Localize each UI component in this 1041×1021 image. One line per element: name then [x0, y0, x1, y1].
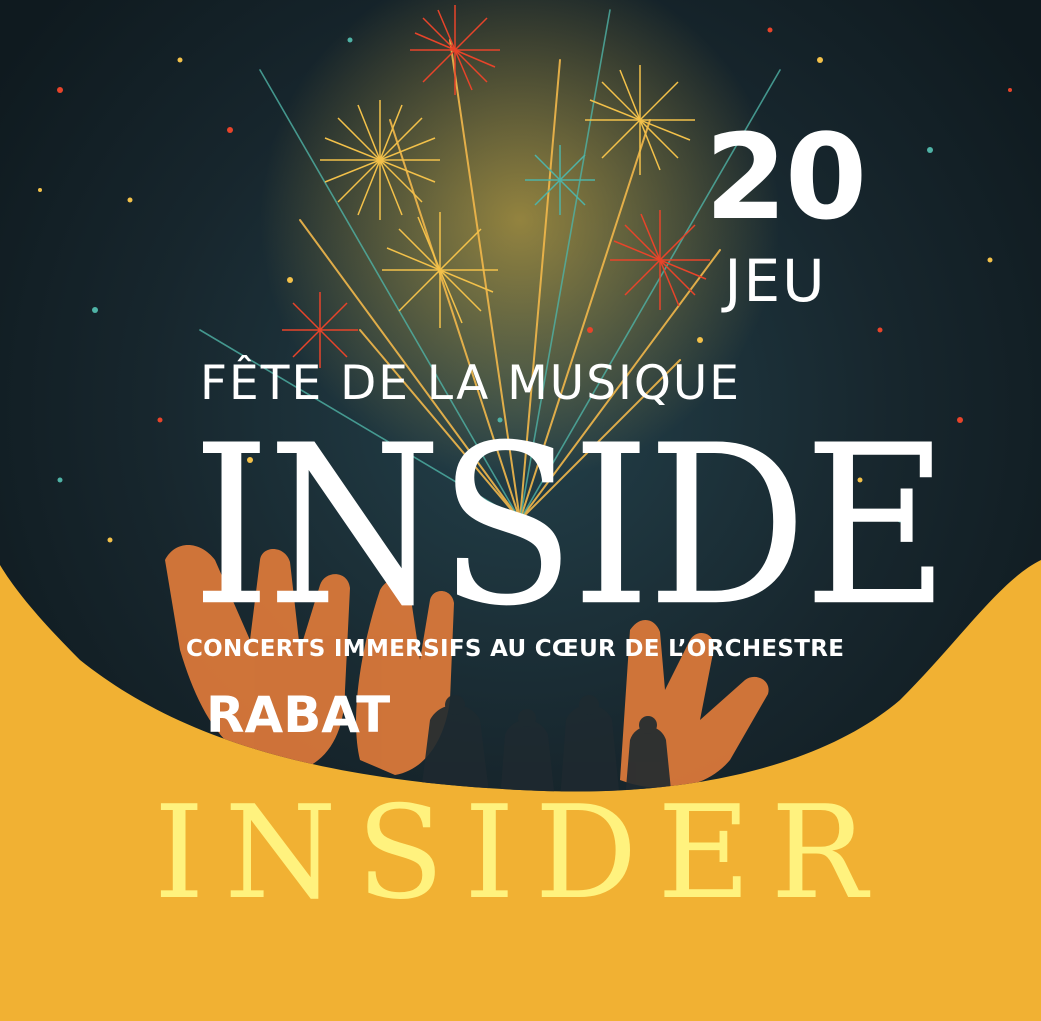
show-title: INSIDE — [192, 397, 949, 655]
brand-logo: INSIDER — [153, 779, 888, 928]
event-date-day: JEU — [724, 247, 827, 315]
event-poster: 20 JEU FÊTE DE LA MUSIQUE INSIDE CONCERT… — [0, 0, 1041, 1021]
event-date-number: 20 — [704, 108, 867, 246]
event-city: RABAT — [206, 686, 391, 744]
event-tagline: CONCERTS IMMERSIFS AU CŒUR DE L’ORCHESTR… — [186, 636, 845, 662]
